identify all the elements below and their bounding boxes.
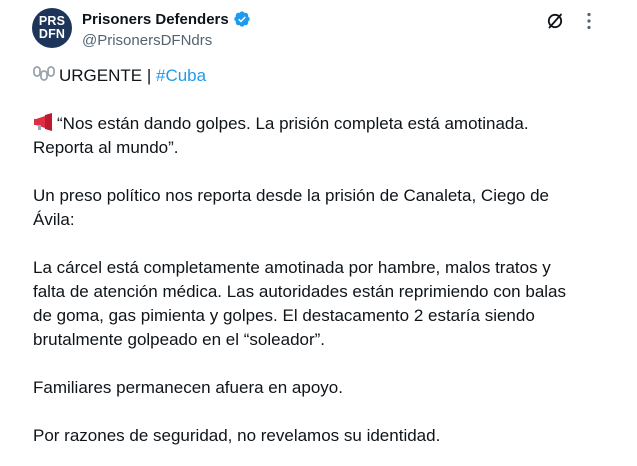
author-names: Prisoners Defenders @PrisonersDFNdrs <box>82 9 251 49</box>
details-paragraph: La cárcel está completamente amotinada p… <box>33 256 593 352</box>
tweet-card: PRS DFN Prisoners Defenders @PrisonersDF… <box>0 0 637 466</box>
tweet-header: PRS DFN Prisoners Defenders @PrisonersDF… <box>32 8 612 54</box>
quote-line-1: “Nos están dando golpes. La prisión comp… <box>57 114 529 133</box>
display-name[interactable]: Prisoners Defenders <box>82 11 229 28</box>
verified-badge-icon <box>234 11 250 27</box>
more-options-icon[interactable] <box>576 8 602 34</box>
details-line-2: falta de atención médica. Las autoridade… <box>33 282 567 301</box>
quote-line-2: Reporta al mundo”. <box>33 138 179 157</box>
details-line-4: brutalmente golpeado en el “soleador”. <box>33 330 326 349</box>
headline-line: URGENTE | #Cuba <box>33 64 593 88</box>
security-paragraph: Por razones de seguridad, no revelamos s… <box>33 426 441 445</box>
avatar-text-line2: DFN <box>38 27 66 41</box>
display-name-row: Prisoners Defenders <box>82 9 251 29</box>
megaphone-emoji-icon <box>34 113 52 131</box>
tweet-text: URGENTE | #Cuba “Nos están dando golpes.… <box>33 64 593 448</box>
grok-icon-glyph <box>547 13 563 29</box>
grok-icon[interactable] <box>542 8 568 34</box>
header-actions <box>542 8 602 34</box>
more-options-glyph <box>587 12 591 30</box>
chain-emoji-icon <box>33 66 55 81</box>
report-line-1: Un preso político nos reporta desde la p… <box>33 186 549 205</box>
report-paragraph: Un preso político nos reporta desde la p… <box>33 184 593 232</box>
headline-prefix: URGENTE | <box>59 66 156 85</box>
details-line-1: La cárcel está completamente amotinada p… <box>33 258 551 277</box>
report-line-2: Ávila: <box>33 210 75 229</box>
handle[interactable]: @PrisonersDFNdrs <box>82 32 251 49</box>
quote-paragraph: “Nos están dando golpes. La prisión comp… <box>33 112 593 160</box>
families-paragraph: Familiares permanecen afuera en apoyo. <box>33 378 343 397</box>
hashtag-link[interactable]: #Cuba <box>156 66 206 85</box>
avatar[interactable]: PRS DFN <box>32 8 72 48</box>
details-line-3: de goma, gas pimienta y golpes. El desta… <box>33 306 535 325</box>
